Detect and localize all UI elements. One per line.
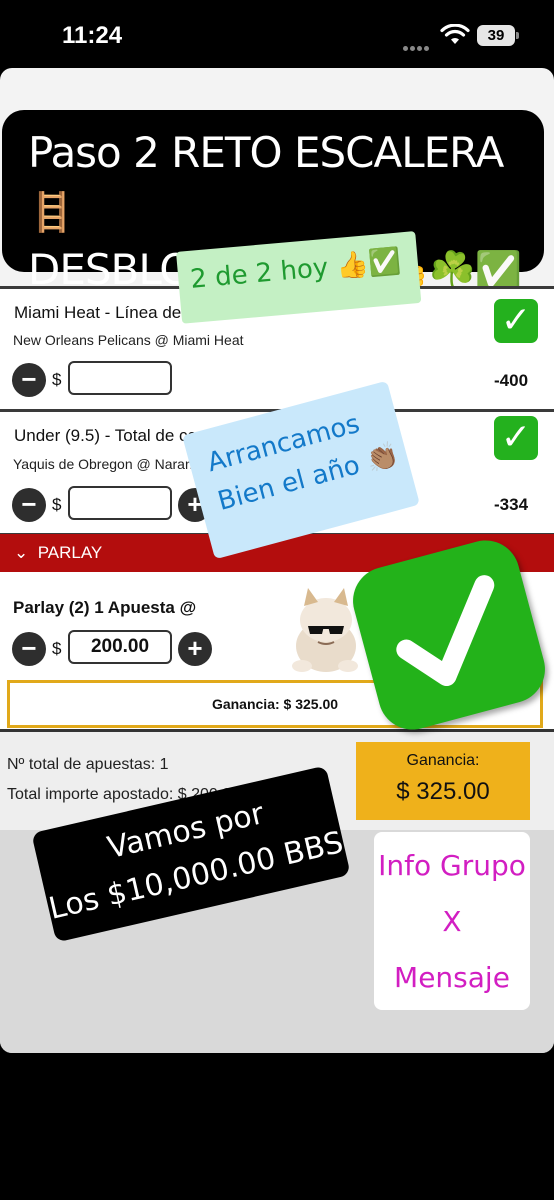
parlay-stake-input[interactable]: 200.00 — [68, 630, 172, 664]
parlay-title: Parlay (2) 1 Apuesta @ — [13, 598, 197, 617]
sticker-text: X — [442, 905, 462, 938]
gain-value: $ 325.00 — [396, 778, 490, 805]
minus-button[interactable]: − — [12, 488, 46, 522]
headline-line1: Paso 2 RETO ESCALERA — [28, 128, 504, 177]
clapping-icon: 👏🏽 — [363, 439, 403, 478]
check-icon: ✓ — [494, 416, 538, 460]
thumbs-check-icon: 👍✅ — [335, 246, 403, 283]
gain-label: Ganancia: — [406, 752, 480, 769]
status-time: 11:24 — [62, 22, 123, 49]
sticker-text: Info Grupo — [378, 849, 526, 882]
bet-match: New Orleans Pelicans @ Miami Heat — [13, 332, 244, 348]
odds-value: -400 — [494, 371, 529, 390]
status-bar: 11:24 39 — [0, 0, 554, 68]
gain-badge: Ganancia: $ 325.00 — [356, 742, 530, 820]
parlay-header-label: PARLAY — [37, 543, 103, 562]
sticker-text: Mensaje — [394, 961, 510, 994]
currency-symbol: $ — [52, 495, 62, 514]
signal-icon — [403, 38, 433, 51]
battery-icon: 39 — [477, 25, 519, 46]
currency-symbol: $ — [52, 370, 62, 389]
stake-input[interactable] — [68, 486, 172, 520]
currency-symbol: $ — [52, 639, 62, 658]
ladder-icon: 🪜 — [28, 190, 75, 234]
minus-button[interactable]: − — [12, 632, 46, 666]
sticker-info-grupo: Info Grupo X Mensaje — [374, 832, 530, 1010]
sticker-text: 2 de 2 hoy — [189, 252, 330, 295]
total-bets: Nº total de apuestas: 1 — [7, 756, 169, 773]
check-icon: ✓ — [494, 299, 538, 343]
odds-value: -334 — [494, 495, 529, 514]
wifi-icon — [440, 24, 470, 44]
stake-input[interactable] — [68, 361, 172, 395]
plus-button[interactable]: + — [178, 632, 212, 666]
minus-button[interactable]: − — [12, 363, 46, 397]
chevron-down-icon: ⌄ — [14, 543, 29, 562]
